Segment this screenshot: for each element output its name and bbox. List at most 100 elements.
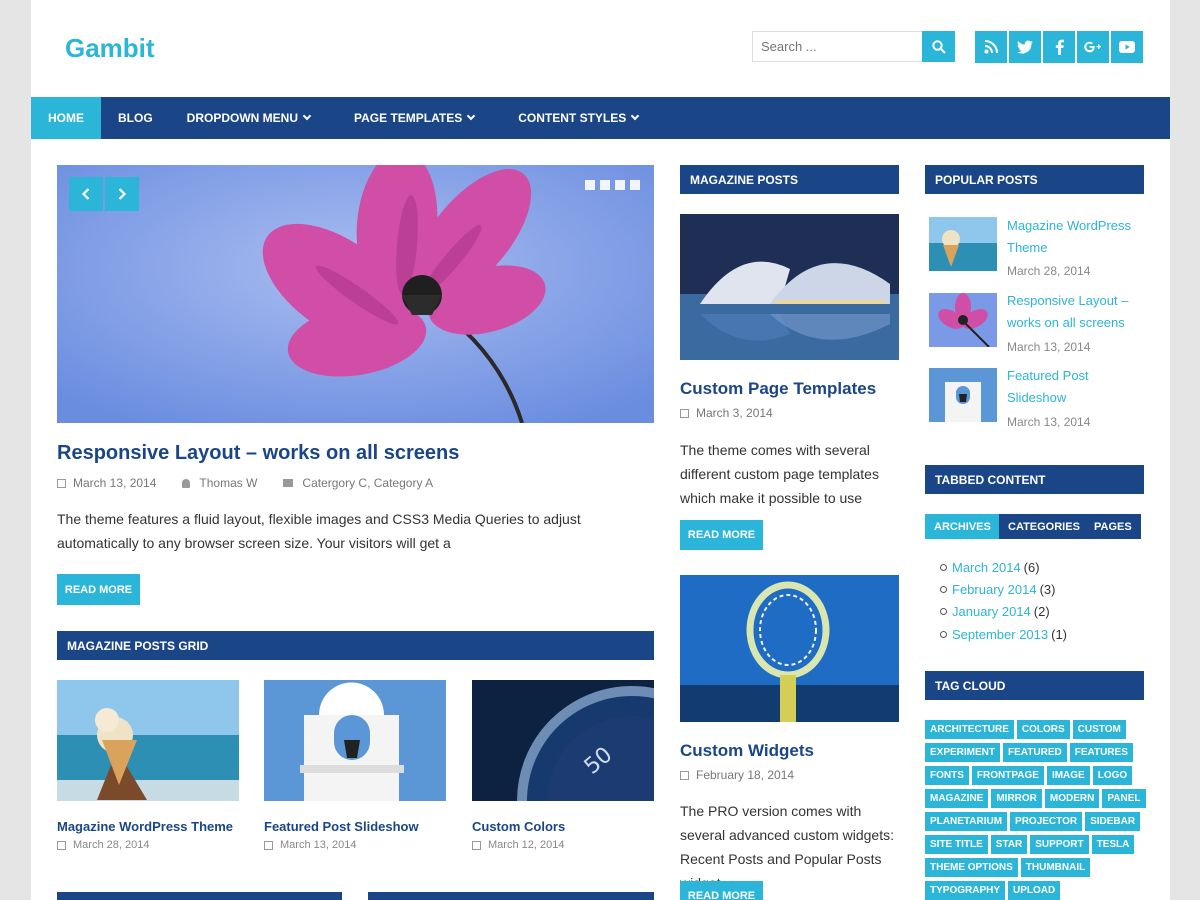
nav-item-home[interactable]: HOME	[31, 97, 101, 139]
popular-post-date: March 13, 2014	[1007, 340, 1091, 354]
folder-icon	[283, 479, 294, 487]
popular-post-link[interactable]: Magazine WordPress Theme	[1007, 215, 1137, 259]
tag-link[interactable]: ARCHITECTURE	[925, 720, 1014, 739]
tag-link[interactable]: SIDEBAR	[1085, 812, 1141, 831]
tag-link[interactable]: THEME OPTIONS	[925, 858, 1018, 877]
post-thumbnail[interactable]	[57, 680, 239, 801]
chevron-down-icon	[631, 111, 640, 121]
nav-item-page-templates[interactable]: PAGE TEMPLATES	[327, 97, 491, 139]
slider-next-button[interactable]	[105, 177, 139, 211]
popular-post-link[interactable]: Responsive Layout – works on all screens	[1007, 290, 1137, 334]
tag-link[interactable]: FRONTPAGE	[971, 766, 1044, 785]
popular-post-date: March 13, 2014	[1007, 415, 1091, 429]
bullet-icon	[940, 586, 947, 593]
slider-dot[interactable]	[585, 180, 595, 190]
googleplus-icon[interactable]	[1077, 31, 1109, 63]
archive-link[interactable]: February 2014	[952, 582, 1037, 597]
site-title[interactable]: Gambit	[65, 33, 155, 64]
popular-post-date: March 28, 2014	[1007, 264, 1091, 278]
section-heading: MAGAZINE POSTS	[680, 165, 899, 194]
tab-archives[interactable]: ARCHIVES	[925, 514, 1000, 539]
user-icon	[182, 478, 191, 488]
rss-icon[interactable]	[975, 31, 1007, 63]
post-date[interactable]: March 13, 2014	[73, 476, 156, 490]
slider-dot[interactable]	[630, 180, 640, 190]
search-input[interactable]	[752, 31, 922, 62]
slider-dot[interactable]	[600, 180, 610, 190]
facebook-icon[interactable]	[1043, 31, 1075, 63]
slider-dot[interactable]	[615, 180, 625, 190]
search-button[interactable]	[922, 31, 955, 62]
nav-item-blog[interactable]: BLOG	[101, 97, 170, 139]
post-thumbnail[interactable]: 50	[472, 680, 654, 801]
tag-link[interactable]: STAR	[990, 835, 1028, 854]
tag-link[interactable]: TESLA	[1091, 835, 1135, 854]
grid-post-title[interactable]: Custom Colors	[472, 819, 565, 834]
tag-link[interactable]: PROJECTOR	[1010, 812, 1083, 831]
post-thumbnail[interactable]	[929, 293, 997, 347]
post-author[interactable]: Thomas W	[199, 476, 257, 490]
read-more-button[interactable]: READ MORE	[680, 881, 763, 900]
tag-link[interactable]: EXPERIMENT	[925, 743, 1001, 762]
popular-post-link[interactable]: Featured Post Slideshow	[1007, 365, 1137, 409]
bullet-icon	[940, 564, 947, 571]
section-heading: MAGAZINE POSTS GRID	[57, 631, 654, 660]
tag-link[interactable]: FEATURED	[1003, 743, 1067, 762]
twitter-icon[interactable]	[1009, 31, 1041, 63]
tag-link[interactable]: THUMBNAIL	[1020, 858, 1091, 877]
archive-item: February 2014 (3)	[940, 582, 1055, 597]
archive-link[interactable]: March 2014	[952, 560, 1021, 575]
archive-item: January 2014 (2)	[940, 604, 1050, 619]
tag-link[interactable]: PANEL	[1102, 789, 1146, 808]
tag-link[interactable]: MODERN	[1044, 789, 1100, 808]
section-heading	[57, 892, 342, 900]
tag-link[interactable]: SUPPORT	[1030, 835, 1089, 854]
archive-link[interactable]: September 2013	[952, 627, 1048, 642]
section-heading: TABBED CONTENT	[925, 465, 1144, 494]
tag-link[interactable]: IMAGE	[1046, 766, 1090, 785]
tab-pages[interactable]: PAGES	[1085, 514, 1141, 539]
post-thumbnail[interactable]	[929, 368, 997, 422]
calendar-icon	[680, 408, 689, 418]
magazine-post-title[interactable]: Custom Page Templates	[680, 379, 876, 399]
calendar-icon	[264, 840, 273, 850]
slider-prev-button[interactable]	[69, 177, 103, 211]
featured-slider	[57, 165, 654, 423]
youtube-icon[interactable]	[1111, 31, 1143, 63]
grid-post-title[interactable]: Magazine WordPress Theme	[57, 819, 233, 834]
tag-link[interactable]: CUSTOM	[1072, 720, 1126, 739]
post-thumbnail[interactable]	[680, 214, 899, 360]
read-more-button[interactable]: READ MORE	[57, 574, 140, 605]
read-more-button[interactable]: READ MORE	[680, 520, 763, 550]
chevron-left-icon	[81, 188, 90, 200]
grid-post-date: March 12, 2014	[472, 839, 564, 851]
post-thumbnail[interactable]	[680, 575, 899, 722]
tab-categories[interactable]: CATEGORIES	[999, 514, 1089, 539]
calendar-icon	[680, 770, 689, 780]
tag-link[interactable]: PLANETARIUM	[925, 812, 1008, 831]
chevron-down-icon	[302, 111, 312, 121]
featured-post-title[interactable]: Responsive Layout – works on all screens	[57, 442, 459, 465]
nav-item-dropdown-menu[interactable]: DROPDOWN MENU	[170, 97, 327, 139]
tag-link[interactable]: LOGO	[1092, 766, 1133, 785]
slider-dots	[585, 180, 640, 190]
archive-link[interactable]: January 2014	[952, 604, 1031, 619]
tag-link[interactable]: SITE TITLE	[925, 835, 988, 854]
post-categories[interactable]: Catergory C, Category A	[302, 476, 433, 490]
post-thumbnail[interactable]	[929, 217, 997, 271]
tag-link[interactable]: MAGAZINE	[925, 789, 989, 808]
tag-link[interactable]: TYPOGRAPHY	[925, 881, 1006, 900]
tag-cloud: ARCHITECTURE COLORS CUSTOM EXPERIMENT FEATUR…	[925, 720, 1147, 900]
calendar-icon	[472, 840, 481, 850]
grid-post-title[interactable]: Featured Post Slideshow	[264, 819, 419, 834]
tag-link[interactable]: FONTS	[925, 766, 969, 785]
nav-item-content-styles[interactable]: CONTENT STYLES	[491, 97, 655, 139]
social-icons	[975, 31, 1143, 63]
tag-link[interactable]: MIRROR	[991, 789, 1042, 808]
tag-link[interactable]: FEATURES	[1069, 743, 1133, 762]
post-thumbnail[interactable]	[264, 680, 446, 801]
tag-link[interactable]: UPLOAD	[1008, 881, 1061, 900]
magazine-post-excerpt: The theme comes with several different c…	[680, 442, 879, 506]
tag-link[interactable]: COLORS	[1016, 720, 1070, 739]
magazine-post-title[interactable]: Custom Widgets	[680, 741, 814, 761]
